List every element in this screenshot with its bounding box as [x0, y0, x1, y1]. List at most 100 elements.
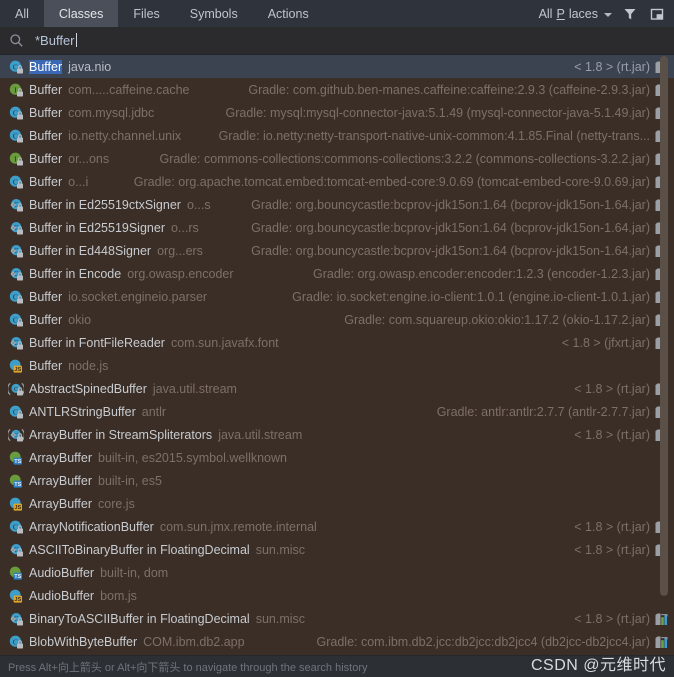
tab-label: Files: [133, 6, 160, 21]
open-in-window-icon[interactable]: [648, 5, 666, 23]
result-package: node.js: [68, 358, 109, 373]
result-location: Gradle: io.socket:engine.io-client:1.0.1…: [292, 289, 650, 304]
svg-text:TS: TS: [14, 574, 21, 580]
result-package: okio: [68, 312, 92, 327]
result-name: BinaryToASCIIBuffer in FloatingDecimal: [29, 611, 250, 626]
class-private-locked-icon: C: [8, 335, 24, 351]
result-row[interactable]: TS ArrayBuffer built-in, es2015.symbol.wel…: [0, 446, 674, 469]
list-scrollbar-thumb[interactable]: [660, 56, 668, 596]
results-list[interactable]: C Buffer java.nio < 1.8 > (rt.jar) I Buffer co…: [0, 55, 674, 655]
result-row[interactable]: C Buffer in Ed25519Signer o...rs Gradle: or…: [0, 216, 674, 239]
result-row[interactable]: C Buffer in FontFileReader com.sun.javafx.…: [0, 331, 674, 354]
result-row[interactable]: JS Buffer node.js: [0, 354, 674, 377]
class-private-locked-icon: C: [8, 611, 24, 627]
result-row[interactable]: JS AudioBuffer bom.js: [0, 584, 674, 607]
result-package: com.sun.javafx.font: [170, 335, 279, 350]
class-abstract-private-locked-icon: C: [7, 427, 25, 443]
result-row[interactable]: C Buffer io.socket.engineio.parser Gradle: …: [0, 285, 674, 308]
result-package: COM.ibm.db2.app: [143, 634, 245, 649]
result-row[interactable]: C Buffer in Ed25519ctxSigner o...s Gradle: …: [0, 193, 674, 216]
class-locked-icon: C: [8, 312, 24, 328]
class-locked-icon: C: [8, 128, 24, 144]
class-private-locked-icon: C: [8, 220, 24, 236]
result-package: org...ers: [157, 243, 203, 258]
result-location: Gradle: com.squareup.okio:okio:1.17.2 (o…: [344, 312, 650, 327]
all-places-dropdown[interactable]: All Places: [539, 7, 612, 21]
search-icon: [9, 33, 24, 48]
class-locked-icon: C: [8, 519, 24, 535]
interface-locked-icon: I: [8, 82, 24, 98]
class-private-locked-icon: C: [8, 542, 24, 558]
result-name: AudioBuffer: [29, 565, 95, 580]
search-input[interactable]: *Buffer: [35, 33, 77, 48]
class-locked-icon: C: [8, 289, 24, 305]
result-row[interactable]: TS ArrayBuffer built-in, es5: [0, 469, 674, 492]
tab-files[interactable]: Files: [118, 0, 174, 27]
result-name: ArrayBuffer in StreamSpliterators: [29, 427, 213, 442]
result-package: antlr: [141, 404, 167, 419]
result-location: < 1.8 > (rt.jar): [574, 59, 650, 74]
tab-label: All: [15, 6, 29, 21]
result-name: ArrayBuffer: [29, 450, 92, 465]
tab-label: Symbols: [189, 6, 238, 21]
result-name: Buffer in Ed25519Signer: [29, 220, 165, 235]
result-row[interactable]: C BlobWithByteBuffer COM.ibm.db2.app Gradle…: [0, 630, 674, 653]
chevron-down-icon: [604, 12, 612, 17]
result-package: io.socket.engineio.parser: [68, 289, 208, 304]
result-package: org.owasp.encoder: [127, 266, 234, 281]
text-caret: [75, 33, 77, 47]
result-row[interactable]: C Buffer okio Gradle: com.squareup.okio:oki…: [0, 308, 674, 331]
result-row[interactable]: C Buffer com.mysql.jdbc Gradle: mysql:mysql…: [0, 101, 674, 124]
result-location: Gradle: org.bouncycastle:bcprov-jdk15on:…: [251, 220, 650, 235]
tab-label: Classes: [58, 6, 104, 21]
result-row[interactable]: C Buffer o...i Gradle: org.apache.tomcat.em…: [0, 170, 674, 193]
all-places-mnemonic: P: [556, 6, 565, 21]
tab-all[interactable]: All: [0, 0, 44, 27]
result-name: Buffer: [29, 289, 63, 304]
result-row[interactable]: C AbstractSpinedBuffer java.util.stream < 1…: [0, 377, 674, 400]
result-location: Gradle: antlr:antlr:2.7.7 (antlr-2.7.7.j…: [436, 404, 650, 419]
result-row[interactable]: C ASCIIToBinaryBuffer in FloatingDecimal s…: [0, 538, 674, 561]
result-row[interactable]: C Buffer in Encode org.owasp.encoder Gradle…: [0, 262, 674, 285]
result-name: ArrayBuffer: [29, 496, 92, 511]
result-row[interactable]: TS AudioBuffer built-in, dom: [0, 561, 674, 584]
tab-actions[interactable]: Actions: [253, 0, 324, 27]
result-location: < 1.8 > (rt.jar): [574, 519, 650, 534]
result-row[interactable]: C ANTLRStringBuffer antlr Gradle: antlr:ant…: [0, 400, 674, 423]
svg-text:TS: TS: [14, 482, 21, 488]
result-row[interactable]: C Buffer java.nio < 1.8 > (rt.jar): [0, 55, 674, 78]
result-package: java.nio: [68, 59, 112, 74]
footer-hint-text: Press Alt+向上箭头 or Alt+向下箭头 to navigate t…: [8, 661, 368, 674]
result-location: Gradle: org.owasp.encoder:encoder:1.2.3 …: [313, 266, 650, 281]
result-location: Gradle: com.github.ben-manes.caffeine:ca…: [248, 82, 650, 97]
svg-text:JS: JS: [14, 505, 21, 511]
class-locked-icon: C: [8, 59, 24, 75]
result-row[interactable]: I Buffer or...ons Gradle: commons-collectio…: [0, 147, 674, 170]
result-name: Buffer: [29, 151, 63, 166]
result-name: ANTLRStringBuffer: [29, 404, 136, 419]
result-row[interactable]: C Buffer in Ed448Signer org...ers Gradle: o…: [0, 239, 674, 262]
result-row[interactable]: C Buffer io.netty.channel.unix Gradle: io.n…: [0, 124, 674, 147]
result-row[interactable]: I Buffer com.....caffeine.cache Gradle: com…: [0, 78, 674, 101]
result-row[interactable]: C ArrayNotificationBuffer com.sun.jmx.remo…: [0, 515, 674, 538]
result-name: Buffer in Encode: [29, 266, 122, 281]
tab-bar-right-controls: All Places: [539, 0, 674, 27]
result-package: core.js: [98, 496, 135, 511]
class-locked-icon: C: [8, 634, 24, 650]
js-icon: JS: [8, 496, 24, 512]
tab-symbols[interactable]: Symbols: [175, 0, 253, 27]
filter-funnel-icon[interactable]: [621, 5, 639, 23]
result-row[interactable]: C BinaryToASCIIBuffer in FloatingDecimal s…: [0, 607, 674, 630]
tab-classes[interactable]: Classes: [43, 0, 119, 27]
svg-text:JS: JS: [14, 367, 21, 373]
result-row[interactable]: JS ArrayBuffer core.js: [0, 492, 674, 515]
result-package: sun.misc: [255, 542, 306, 557]
js-icon: JS: [8, 588, 24, 604]
result-location: Gradle: io.netty:netty-transport-native-…: [218, 128, 650, 143]
class-abstract-locked-icon: C: [7, 381, 25, 397]
result-package: o...s: [186, 197, 211, 212]
search-row[interactable]: *Buffer: [0, 27, 674, 55]
result-row[interactable]: C ArrayBuffer in StreamSpliterators java.u…: [0, 423, 674, 446]
result-package: built-in, es2015.symbol.wellknown: [98, 450, 287, 465]
class-private-locked-icon: C: [8, 266, 24, 282]
